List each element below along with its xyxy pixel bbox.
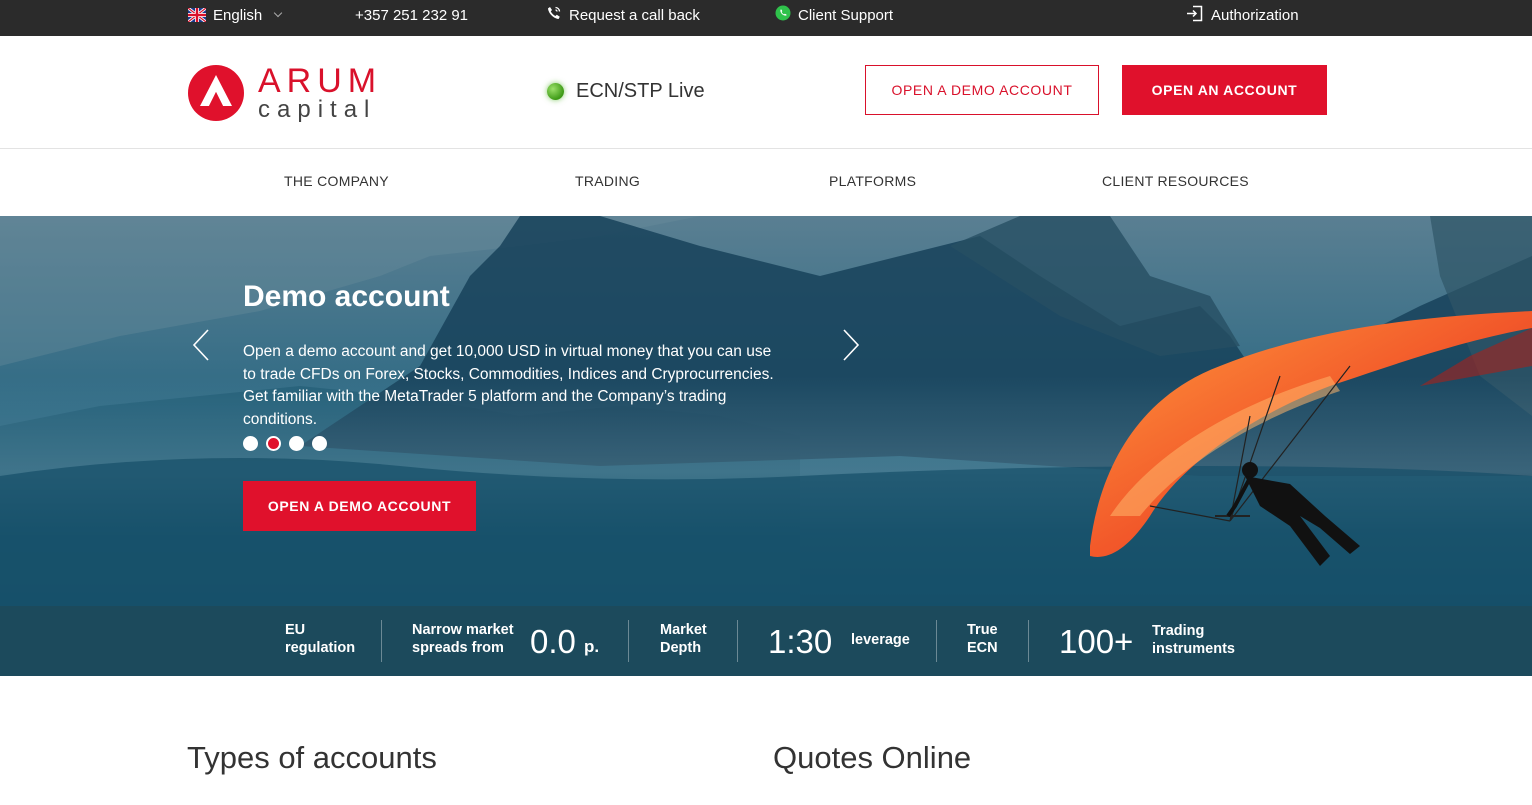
logo[interactable]: ARUM capital: [187, 64, 382, 122]
slider-dot-4[interactable]: [312, 436, 327, 451]
authorization-link[interactable]: Authorization: [1186, 0, 1299, 30]
stat-spreads-unit: p.: [584, 637, 600, 656]
arum-logo-icon: [188, 65, 244, 121]
nav-item-trading[interactable]: TRADING: [575, 173, 640, 189]
ecn-status-label: ECN/STP Live: [576, 80, 705, 102]
slider-dot-1[interactable]: [243, 436, 258, 451]
nav-item-the-company[interactable]: THE COMPANY: [284, 173, 389, 189]
open-demo-account-button[interactable]: OPEN A DEMO ACCOUNT: [865, 65, 1099, 115]
stat-divider: [1028, 620, 1029, 662]
phone-icon: [546, 5, 562, 25]
phone-number: +357 251 232 91: [355, 6, 469, 24]
stat-depth-line2: Depth: [660, 640, 702, 656]
stat-eu-regulation: EU regulation: [285, 621, 355, 657]
slider-prev-arrow-icon[interactable]: [190, 328, 214, 362]
top-bar: English +357 251 232 91 Request a call b…: [0, 0, 1532, 36]
main-nav: THE COMPANY TRADING PLATFORMS CLIENT RES…: [0, 149, 1532, 216]
logo-word-arum: ARUM: [258, 62, 383, 100]
authorization-label: Authorization: [1211, 6, 1299, 24]
stat-ecn-line2: ECN: [967, 640, 998, 656]
language-label: English: [213, 6, 263, 24]
open-account-button[interactable]: OPEN AN ACCOUNT: [1122, 65, 1327, 115]
status-dot-icon: [547, 83, 564, 100]
stat-instruments-line1: Trading: [1152, 623, 1205, 639]
phone-link[interactable]: +357 251 232 91: [355, 0, 468, 30]
stat-spreads-line2: spreads from: [412, 640, 504, 656]
slider-next-arrow-icon[interactable]: [838, 328, 862, 362]
hero-description: Open a demo account and get 10,000 USD i…: [243, 343, 774, 428]
stats-strip: EU regulation Narrow market spreads from…: [0, 606, 1532, 676]
logo-word-capital: capital: [258, 96, 377, 123]
quotes-online-heading: Quotes Online: [773, 740, 972, 775]
stat-divider: [936, 620, 937, 662]
callback-label: Request a call back: [569, 6, 700, 24]
stat-eu-line2: regulation: [285, 640, 356, 656]
nav-item-client-resources[interactable]: CLIENT RESOURCES: [1102, 173, 1249, 189]
ecn-status: ECN/STP Live: [547, 80, 705, 103]
stat-ecn-line1: True: [967, 622, 998, 638]
uk-flag-icon: [188, 8, 206, 22]
site-header: ARUM capital ECN/STP Live OPEN A DEMO AC…: [0, 36, 1532, 149]
stat-true-ecn: True ECN: [967, 621, 998, 657]
stat-instruments-line2: instruments: [1152, 641, 1235, 657]
hero-slider: Demo account Open a demo account and get…: [0, 216, 1532, 606]
client-support-link[interactable]: Client Support: [775, 0, 893, 30]
types-of-accounts-heading: Types of accounts: [187, 740, 437, 775]
stat-spreads-value: 0.0: [530, 623, 576, 660]
stat-divider: [628, 620, 629, 662]
stat-leverage-label: leverage: [851, 632, 910, 648]
slider-dot-2-active[interactable]: [266, 436, 281, 451]
language-selector[interactable]: English: [188, 0, 283, 30]
stat-depth-line1: Market: [660, 622, 707, 638]
stat-market-depth: Market Depth: [660, 621, 707, 657]
stat-instruments-value: 100+: [1059, 623, 1134, 660]
stat-divider: [737, 620, 738, 662]
stat-divider: [381, 620, 382, 662]
stat-instruments-label: Trading instruments: [1152, 622, 1235, 658]
login-icon: [1186, 5, 1204, 26]
stat-spreads-line1: Narrow market: [412, 622, 514, 638]
stat-spreads-label: Narrow market spreads from: [412, 621, 514, 657]
stat-leverage-value: 1:30: [768, 623, 833, 660]
slider-dot-3[interactable]: [289, 436, 304, 451]
support-label: Client Support: [798, 6, 894, 24]
slider-dots: [243, 436, 327, 451]
chevron-down-icon: [273, 8, 283, 18]
request-callback-link[interactable]: Request a call back: [546, 0, 700, 30]
hero-title: Demo account: [243, 280, 450, 313]
whatsapp-icon: [775, 5, 791, 25]
nav-item-platforms[interactable]: PLATFORMS: [829, 173, 916, 189]
hero-open-demo-account-button[interactable]: OPEN A DEMO ACCOUNT: [243, 481, 476, 531]
stat-eu-line1: EU: [285, 622, 306, 638]
